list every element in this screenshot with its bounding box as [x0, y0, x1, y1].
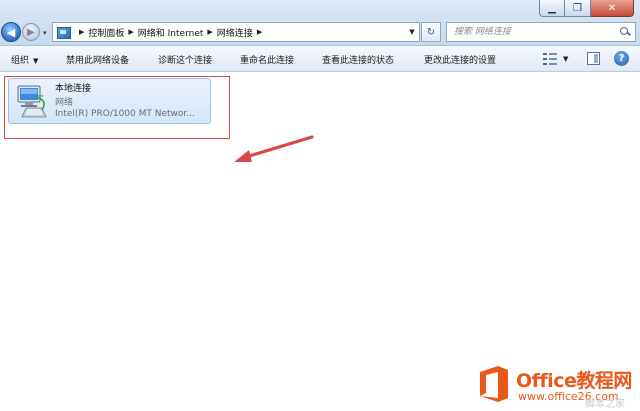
connection-device: Intel(R) PRO/1000 MT Networ... — [55, 109, 195, 119]
organize-label: 组织 — [11, 56, 30, 66]
help-icon[interactable]: ? — [614, 51, 629, 66]
breadcrumb-separator[interactable]: ▶ — [257, 28, 262, 36]
local-connection-item[interactable]: 本地连接 网络 Intel(R) PRO/1000 MT Networ... — [8, 78, 211, 124]
chevron-down-icon: ▼ — [33, 57, 39, 65]
address-bar[interactable]: ▶ 控制面板 ▶ 网络和 Internet ▶ 网络连接 ▶ ▼ — [52, 22, 420, 42]
view-dropdown-icon[interactable]: ▼ — [563, 55, 568, 63]
diagnose-connection-button[interactable]: 诊断这个连接 — [158, 53, 212, 66]
breadcrumb-network-connections[interactable]: 网络连接 — [217, 26, 253, 39]
search-box[interactable] — [446, 22, 636, 42]
forward-button[interactable]: ▶ — [22, 23, 40, 41]
breadcrumb-separator[interactable]: ▶ — [128, 28, 133, 36]
office-logo-icon — [480, 366, 508, 402]
maximize-button[interactable]: ❐ — [565, 0, 591, 17]
annotation-arrow — [234, 135, 314, 162]
search-icon[interactable] — [620, 27, 630, 37]
refresh-icon: ↻ — [426, 26, 436, 38]
breadcrumb-control-panel[interactable]: 控制面板 — [88, 26, 124, 39]
connection-network: 网络 — [55, 98, 74, 108]
title-bar: ▁ ❐ ✕ ◀ ▶ ▾ ▶ 控制面板 ▶ 网络和 Internet ▶ 网络连接… — [0, 0, 640, 46]
close-button[interactable]: ✕ — [591, 0, 634, 17]
connection-name: 本地连接 — [55, 84, 92, 94]
command-bar: 组织 ▼ 禁用此网络设备 诊断这个连接 重命名此连接 查看此连接的状态 更改此连接… — [0, 46, 640, 72]
window-controls: ▁ ❐ ✕ — [539, 0, 634, 17]
disable-device-button[interactable]: 禁用此网络设备 — [66, 53, 129, 66]
refresh-button[interactable]: ↻ — [421, 22, 441, 42]
back-arrow-icon: ◀ — [6, 25, 16, 39]
back-button[interactable]: ◀ — [1, 22, 21, 42]
forward-arrow-icon: ▶ — [27, 26, 35, 38]
watermark-title: Office教程网 — [516, 370, 632, 392]
watermark-faint-text: 脚本之家 — [585, 399, 625, 410]
preview-pane-icon[interactable] — [587, 52, 600, 65]
breadcrumb-network-internet[interactable]: 网络和 Internet — [138, 26, 204, 39]
rename-connection-button[interactable]: 重命名此连接 — [240, 53, 294, 66]
view-options-icon[interactable] — [543, 53, 557, 65]
organize-menu[interactable]: 组织 ▼ — [11, 53, 38, 66]
breadcrumb-separator[interactable]: ▶ — [207, 28, 212, 36]
address-dropdown-button[interactable]: ▼ — [405, 28, 419, 36]
view-status-button[interactable]: 查看此连接的状态 — [322, 53, 394, 66]
change-settings-button[interactable]: 更改此连接的设置 — [424, 53, 496, 66]
control-panel-icon — [57, 26, 71, 39]
search-input[interactable] — [447, 23, 607, 41]
breadcrumb-separator[interactable]: ▶ — [79, 28, 84, 36]
recent-pages-dropdown[interactable]: ▾ — [43, 29, 47, 37]
network-adapter-icon — [17, 85, 47, 118]
minimize-button[interactable]: ▁ — [539, 0, 565, 17]
file-list-area[interactable]: 本地连接 网络 Intel(R) PRO/1000 MT Networ... — [0, 73, 640, 411]
